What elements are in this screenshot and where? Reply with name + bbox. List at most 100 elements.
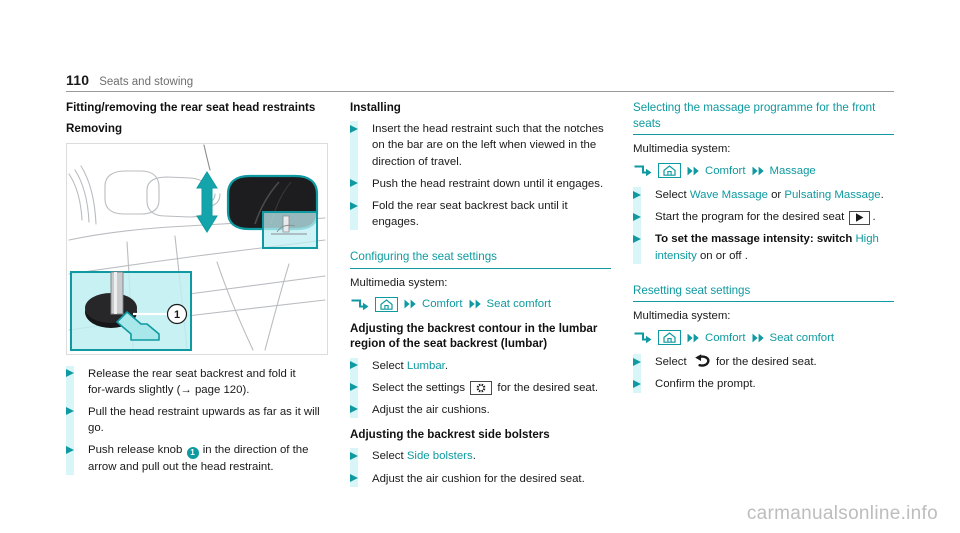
step-text-part: . [880,189,884,202]
step-text-part: Select [372,359,407,372]
bullet-arrow-icon [350,179,358,188]
list-item: Release the rear seat backrest and fold … [66,366,328,398]
section-title-massage-programme: Selecting the massage programme for the … [633,100,894,136]
menu-item-comfort[interactable]: Comfort [705,332,746,344]
content-columns: Fitting/removing the rear seat head rest… [66,100,894,500]
enter-arrow-icon [350,298,369,311]
bullet-arrow-icon [350,405,358,414]
multimedia-system-label: Multimedia system: [633,143,731,156]
step-text-part: . [472,450,476,463]
menu-option-lumbar[interactable]: Lumbar [407,360,445,372]
bullet-arrow-icon [66,407,74,416]
step-text-part: Select [372,450,407,463]
step-text: Push the head restraint down until it en… [372,177,604,190]
removing-steps-list: Release the rear seat backrest and fold … [66,365,328,476]
bullet-arrow-icon [633,357,641,366]
list-item: To set the massage intensity: switch Hig… [633,231,894,263]
double-arrow-icon [752,333,765,343]
list-item: Confirm the prompt. [633,376,894,392]
step-text-part: Push release knob [88,444,186,457]
step-text: Insert the head restraint such that the … [372,123,604,168]
callout-number-badge: 1 [186,447,199,460]
massage-steps-list: Select Wave Massage or Pulsating Massage… [633,187,894,264]
list-item: Select the settings for the desired seat… [350,380,611,396]
menu-path-massage: Comfort Massage [633,163,894,179]
menu-item-comfort[interactable]: Comfort [705,165,746,177]
step-text-part: for the desired seat. [494,381,599,394]
section-title-fitting-removing: Fitting/removing the rear seat head rest… [66,101,316,114]
list-item: Insert the head restraint such that the … [350,121,611,170]
step-text-part: Start the program for the desired seat [655,211,848,224]
menu-option-wave-massage[interactable]: Wave Massage [690,189,768,201]
bullet-arrow-icon [633,234,641,243]
menu-item-seat-comfort[interactable]: Seat comfort [487,298,552,310]
rear-seat-head-restraint-removal-diagram: 1 [66,142,328,355]
resetting-steps-list: Select for the desired seat. Confirm the… [633,354,894,394]
step-text-part: for the desired seat. [712,356,817,369]
menu-path-seat-comfort-reset: Comfort Seat comfort [633,330,894,346]
list-item: Select Lumbar. [350,358,611,374]
list-item: Pull the head restraint upwards as far a… [66,404,328,436]
menu-item-comfort[interactable]: Comfort [422,298,463,310]
list-item: Adjust the air cushion for the desired s… [350,471,611,487]
side-bolsters-steps-list: Select Side bolsters. Adjust the air cus… [350,448,611,488]
bullet-arrow-icon [66,369,74,378]
step-text-part: . [444,359,448,372]
step-text-part: on or off . [696,249,748,262]
step-text: Adjust the air cushions. [372,403,490,416]
double-arrow-icon [752,166,765,176]
step-text-part: Select the settings [372,381,469,394]
list-item: Push release knob 1 in the direction of … [66,442,328,475]
installing-steps-list: Insert the head restraint such that the … [350,121,611,231]
home-icon[interactable] [658,330,681,346]
subsection-title-installing: Installing [350,101,401,114]
site-watermark: carmanualsonline.info [746,503,938,524]
svg-text:1: 1 [174,309,180,321]
bullet-arrow-icon [633,190,641,199]
settings-knob-icon[interactable] [470,380,493,395]
home-icon[interactable] [375,296,398,312]
middle-column: Installing Insert the head restraint suc… [350,100,611,500]
left-column: Fitting/removing the rear seat head rest… [66,100,328,500]
list-item: Start the program for the desired seat . [633,209,894,225]
list-item: Select for the desired seat. [633,354,894,370]
bullet-arrow-icon [350,124,358,133]
step-text-part: . [872,211,876,224]
step-text: Pull the head restraint upwards as far a… [88,405,320,435]
menu-option-pulsating-massage[interactable]: Pulsating Massage [784,189,880,201]
step-text-emphasis: To set the massage intensity: switch [655,233,856,246]
bullet-arrow-icon [633,379,641,388]
bullet-arrow-icon [350,361,358,370]
section-title-configuring-seat-settings: Configuring the seat settings [350,249,611,269]
bullet-arrow-icon [350,201,358,210]
step-text-part: Select [655,189,690,202]
step-text-part: or [767,189,785,202]
multimedia-system-label: Multimedia system: [633,310,731,323]
home-icon[interactable] [658,163,681,179]
chapter-title: Seats and stowing [99,76,194,88]
multimedia-system-label: Multimedia system: [350,276,448,289]
right-column: Selecting the massage programme for the … [633,100,894,500]
menu-item-seat-comfort[interactable]: Seat comfort [770,332,835,344]
double-arrow-icon [404,299,417,309]
bullet-arrow-icon [350,451,358,460]
subsection-title-lumbar: Adjusting the backrest contour in the lu… [350,321,598,351]
enter-arrow-icon [633,164,652,177]
menu-path-seat-comfort: Comfort Seat comfort [350,296,611,312]
list-item: Select Wave Massage or Pulsating Massage… [633,187,894,203]
double-arrow-icon [469,299,482,309]
list-item: Adjust the air cushions. [350,402,611,418]
double-arrow-icon [687,166,700,176]
undo-arrow-icon[interactable] [693,354,710,367]
list-item: Fold the rear seat backrest back until i… [350,198,611,230]
page-number: 110 [66,72,90,88]
bullet-arrow-icon [350,383,358,392]
step-text-part: Select [655,356,690,369]
menu-item-massage[interactable]: Massage [770,165,816,177]
list-item: Push the head restraint down until it en… [350,176,611,192]
play-icon[interactable] [849,210,871,225]
page-header: 110 Seats and stowing [66,72,894,92]
menu-option-side-bolsters[interactable]: Side bolsters [407,450,473,462]
bullet-arrow-icon [66,445,74,454]
subsection-title-side-bolsters: Adjusting the backrest side bolsters [350,428,550,442]
